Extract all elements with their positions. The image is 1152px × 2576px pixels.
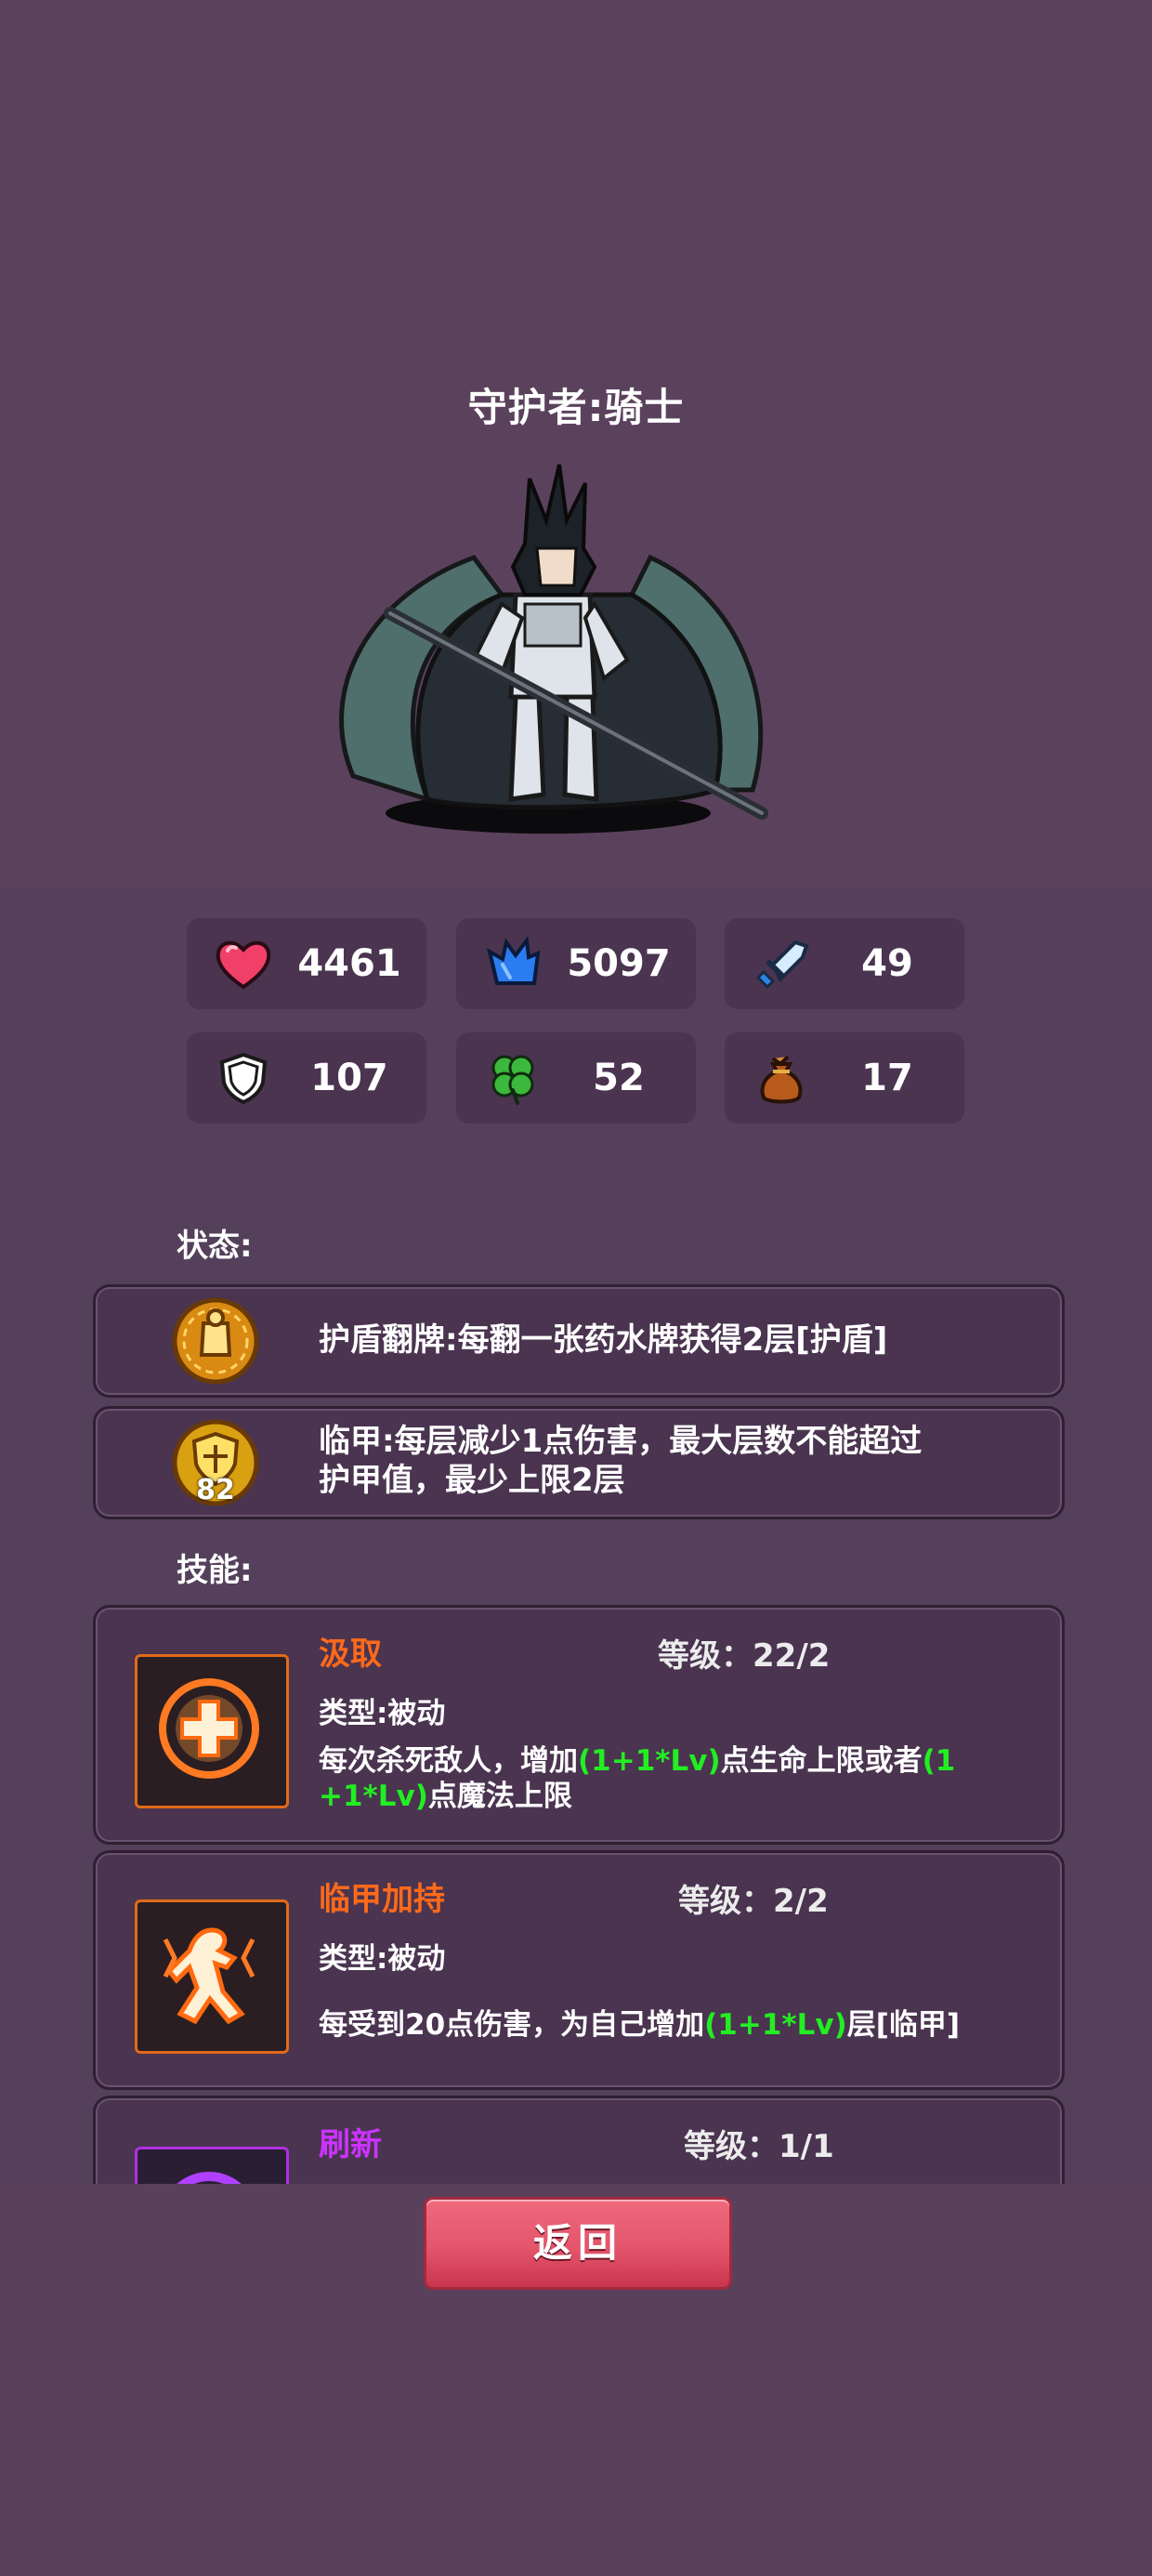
hero-area: 守护者:骑士 bbox=[0, 0, 1152, 887]
refresh-skill-name: 刷新 bbox=[319, 2126, 382, 2163]
stat-defense: 107 bbox=[187, 1032, 426, 1124]
heart-icon bbox=[216, 940, 271, 990]
hero-title: 守护者:骑士 bbox=[467, 385, 685, 430]
stat-luck-value: 52 bbox=[593, 1057, 645, 1099]
drain-skill-desc: 每次杀死敌人，增加(1+1*Lv)点生命上限或者(1 +1*Lv)点魔法上限 bbox=[319, 1743, 1034, 1814]
armor-boost-skill-name: 临甲加持 bbox=[319, 1881, 445, 1918]
stat-mana-value: 5097 bbox=[567, 942, 671, 985]
stat-defense-value: 107 bbox=[310, 1057, 388, 1099]
shield-flip-status-icon bbox=[172, 1297, 259, 1385]
desc-text: 点生命上限或者 bbox=[720, 1744, 923, 1778]
stat-mana: 5097 bbox=[456, 918, 696, 1009]
skill-card-armor-boost[interactable]: 临甲加持 等级：2/2 类型:被动 每受到20点伤害，为自己增加(1+1*Lv)… bbox=[93, 1850, 1065, 2090]
desc-formula: (1+1*Lv) bbox=[704, 2008, 847, 2042]
armor-boost-skill-desc: 每受到20点伤害，为自己增加(1+1*Lv)层[临甲] bbox=[319, 2007, 1034, 2043]
status-item-armor: 82 临甲:每层减少1点伤害，最大层数不能超过 护甲值，最少上限2层 bbox=[93, 1406, 1065, 1519]
armor-status-badge: 82 bbox=[170, 1417, 261, 1508]
desc-formula: (1 bbox=[922, 1744, 956, 1778]
armor-status-text-line2: 护甲值，最少上限2层 bbox=[319, 1462, 625, 1499]
drain-skill-icon bbox=[135, 1654, 289, 1808]
armor-boost-skill-type: 类型:被动 bbox=[319, 1942, 446, 1976]
stat-gold: 17 bbox=[725, 1032, 964, 1124]
money-bag-icon bbox=[760, 1055, 803, 1104]
skill-card-drain[interactable]: 汲取 等级：22/2 类型:被动 每次杀死敌人，增加(1+1*Lv)点生命上限或… bbox=[93, 1605, 1065, 1845]
armor-boost-skill-level: 等级：2/2 bbox=[678, 1883, 829, 1920]
shield-flip-status-text: 护盾翻牌:每翻一张药水牌获得2层[护盾] bbox=[319, 1321, 888, 1359]
desc-text: 每受到20点伤害，为自己增加 bbox=[319, 2008, 705, 2042]
mana-crystal-icon bbox=[487, 937, 541, 985]
stat-gold-value: 17 bbox=[861, 1057, 913, 1099]
status-section-label: 状态: bbox=[177, 1228, 253, 1265]
refresh-skill-level: 等级：1/1 bbox=[684, 2128, 834, 2165]
back-button[interactable]: 返回 bbox=[424, 2197, 732, 2290]
clover-icon bbox=[491, 1055, 534, 1105]
knight-character-portrait bbox=[339, 464, 768, 834]
stat-hp-value: 4461 bbox=[297, 942, 401, 985]
drain-skill-type: 类型:被动 bbox=[319, 1697, 446, 1730]
desc-formula: +1*Lv) bbox=[319, 1780, 428, 1813]
drain-skill-level: 等级：22/2 bbox=[658, 1637, 831, 1675]
sword-icon bbox=[755, 940, 809, 990]
armor-boost-skill-icon bbox=[135, 1899, 289, 2054]
desc-formula: (1+1*Lv) bbox=[578, 1744, 721, 1778]
armor-status-text-line1: 临甲:每层减少1点伤害，最大层数不能超过 bbox=[319, 1423, 923, 1460]
shield-icon bbox=[219, 1052, 268, 1105]
desc-text: 层[临甲] bbox=[846, 2008, 961, 2042]
skills-section-label: 技能: bbox=[177, 1552, 253, 1589]
stat-luck: 52 bbox=[456, 1032, 696, 1124]
drain-skill-name: 汲取 bbox=[319, 1636, 382, 1673]
desc-text: 每次杀死敌人，增加 bbox=[319, 1744, 578, 1778]
desc-text: 点魔法上限 bbox=[427, 1780, 572, 1813]
status-item-shield-flip: 护盾翻牌:每翻一张药水牌获得2层[护盾] bbox=[93, 1284, 1065, 1398]
armor-stack-count: 82 bbox=[196, 1474, 235, 1506]
armor-status-text: 临甲:每层减少1点伤害，最大层数不能超过 护甲值，最少上限2层 bbox=[319, 1422, 1025, 1500]
stat-attack-value: 49 bbox=[861, 942, 913, 985]
stat-attack: 49 bbox=[725, 918, 964, 1009]
stat-hp: 4461 bbox=[187, 918, 426, 1009]
